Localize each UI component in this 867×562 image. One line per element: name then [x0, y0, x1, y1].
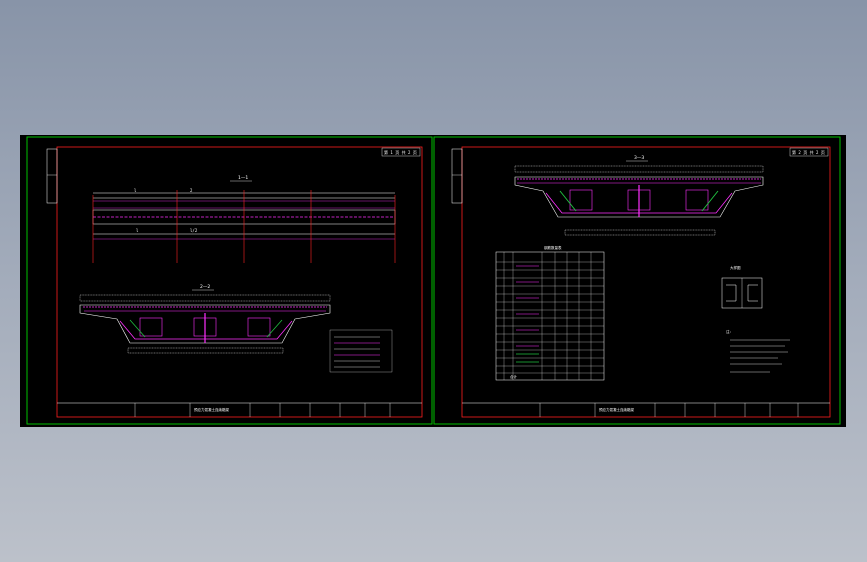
left-cross-section: 2—2	[79, 284, 393, 373]
left-section-label-mid: 2—2	[200, 284, 210, 290]
sheet-right[interactable]: 第 2 页 共 2 页 3—3 钢筋数量表 合计 大样图 注： 预应力混凝土连续…	[433, 136, 841, 425]
table-footer: 合计	[510, 374, 518, 379]
sheet-left-side-tab	[46, 148, 58, 204]
right-section-label-top: 3—3	[634, 155, 644, 161]
notes-heading: 注：	[726, 329, 733, 334]
right-cross-section: 3—3	[514, 155, 764, 236]
sheet-right-title-text: 预应力混凝土连续箱梁	[599, 407, 634, 412]
sheet-left-border	[26, 136, 433, 425]
left-legend	[329, 329, 393, 373]
sheet-left-title-block: 预应力混凝土连续箱梁	[57, 402, 422, 417]
drawing-canvas: 第 1 页 共 2 页 1—1 l 2 l l/2 2—2 预应力混凝土连续箱梁…	[26, 136, 841, 425]
left-section-label-top: 1—1	[238, 175, 248, 181]
sheet-right-title-block: 预应力混凝土连续箱梁	[462, 402, 830, 417]
sheet-right-page-number: 第 2 页 共 2 页	[792, 149, 825, 155]
right-detail-view: 大样图 注：	[721, 265, 790, 373]
right-rebar-table: 钢筋数量表 合计	[495, 245, 605, 381]
dim-label-2: 2	[190, 188, 193, 193]
left-elevation-view: 1—1 l 2 l l/2	[92, 175, 396, 263]
sheet-right-border	[433, 136, 841, 425]
dim-label-4: l/2	[190, 228, 198, 233]
dim-label-3: l	[136, 228, 139, 233]
detail-caption: 大样图	[730, 265, 741, 270]
sheet-right-side-tab	[451, 148, 463, 204]
sheet-left-title-text: 预应力混凝土连续箱梁	[194, 407, 229, 412]
table-caption: 钢筋数量表	[544, 245, 562, 250]
dim-label-1: l	[134, 188, 137, 193]
sheet-left-page-number: 第 1 页 共 2 页	[384, 149, 417, 155]
sheet-left-frame	[56, 146, 423, 418]
sheet-left[interactable]: 第 1 页 共 2 页 1—1 l 2 l l/2 2—2 预应力混凝土连续箱梁	[26, 136, 433, 425]
cad-viewport[interactable]: 第 1 页 共 2 页 1—1 l 2 l l/2 2—2 预应力混凝土连续箱梁…	[20, 135, 846, 427]
